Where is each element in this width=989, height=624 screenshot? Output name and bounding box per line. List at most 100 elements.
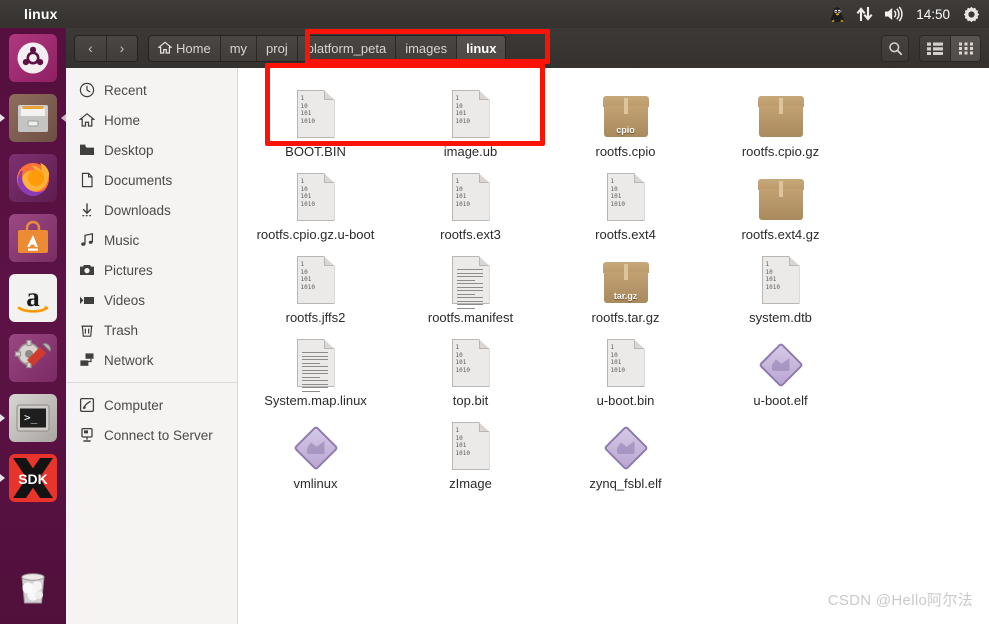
file-item-u-boot-elf[interactable]: u-boot.elf — [703, 331, 858, 414]
camera-icon — [78, 262, 95, 279]
clock[interactable]: 14:50 — [914, 7, 952, 22]
forward-button[interactable]: › — [106, 36, 137, 61]
launcher-item-ubuntu-dash[interactable] — [0, 28, 66, 88]
svg-text:a: a — [26, 282, 40, 312]
system-menu-gear-icon[interactable] — [963, 0, 980, 28]
clock-icon — [78, 82, 95, 99]
launcher-item-amazon[interactable]: a — [0, 268, 66, 328]
home-icon — [78, 112, 95, 129]
watermark: CSDN @Hello阿尔法 — [828, 589, 973, 610]
server-icon — [78, 427, 95, 444]
sidebar-item-desktop[interactable]: Desktop — [66, 135, 237, 165]
panel-window-title: linux — [24, 6, 58, 22]
file-item-rootfs-tar-gz[interactable]: tar.gz rootfs.tar.gz — [548, 248, 703, 331]
breadcrumb: Home my proj platform_peta images linux — [148, 35, 506, 62]
sidebar-item-network[interactable]: Network — [66, 345, 237, 375]
binary-line: 1010 — [301, 284, 315, 292]
file-item-top-bit[interactable]: 1101011010 top.bit — [393, 331, 548, 414]
back-button[interactable]: ‹ — [75, 36, 106, 61]
sidebar-item-label: Music — [104, 233, 139, 248]
file-item-rootfs-ext4[interactable]: 1101011010 rootfs.ext4 — [548, 165, 703, 248]
breadcrumb-item-my[interactable]: my — [220, 36, 256, 61]
sidebar-item-computer[interactable]: Computer — [66, 390, 237, 420]
executable-icon — [294, 418, 338, 470]
unity-launcher: a — [0, 28, 66, 624]
list-view-button[interactable] — [920, 36, 950, 61]
file-row: 1101011010 rootfs.cpio.gz.u-boot 1101011… — [238, 165, 989, 248]
file-name: u-boot.elf — [753, 393, 807, 408]
breadcrumb-label: Home — [176, 41, 211, 56]
binary-line: 101 — [456, 193, 470, 201]
file-item-rootfs-ext4-gz[interactable]: rootfs.ext4.gz — [703, 165, 858, 248]
desktop-folder-icon — [78, 142, 95, 159]
launcher-item-files[interactable] — [0, 88, 66, 148]
sidebar-item-home[interactable]: Home — [66, 105, 237, 135]
sidebar-item-pictures[interactable]: Pictures — [66, 255, 237, 285]
binary-file-icon: 1101011010 — [607, 335, 645, 387]
file-item-vmlinux[interactable]: vmlinux — [238, 414, 393, 497]
file-item-rootfs-cpio-gz[interactable]: rootfs.cpio.gz — [703, 82, 858, 165]
breadcrumb-item-linux[interactable]: linux — [456, 36, 505, 61]
file-item-zimage[interactable]: 1101011010 zImage — [393, 414, 548, 497]
sidebar-item-recent[interactable]: Recent — [66, 75, 237, 105]
sidebar-item-trash[interactable]: Trash — [66, 315, 237, 345]
breadcrumb-item-images[interactable]: images — [395, 36, 456, 61]
running-indicator-left — [0, 114, 5, 122]
file-name: zynq_fsbl.elf — [589, 476, 661, 491]
sidebar-item-label: Recent — [104, 83, 147, 98]
file-item-rootfs-cpio[interactable]: cpio rootfs.cpio — [548, 82, 703, 165]
volume-icon[interactable] — [884, 0, 903, 28]
file-name: rootfs.cpio.gz.u-boot — [257, 227, 375, 242]
grid-view-button[interactable] — [950, 36, 980, 61]
sidebar-item-label: Home — [104, 113, 140, 128]
breadcrumb-item-home[interactable]: Home — [149, 36, 220, 61]
svg-text:SDK: SDK — [18, 471, 48, 487]
launcher-item-xilinx-sdk[interactable]: SDK — [0, 448, 66, 508]
file-item-zynq-fsbl-elf[interactable]: zynq_fsbl.elf — [548, 414, 703, 497]
music-note-icon — [78, 232, 95, 249]
binary-file-icon: 1101011010 — [452, 86, 490, 138]
file-name: System.map.linux — [264, 393, 367, 408]
network-updown-icon[interactable] — [856, 0, 873, 28]
search-button[interactable] — [881, 35, 909, 62]
file-item-rootfs-ext3[interactable]: 1101011010 rootfs.ext3 — [393, 165, 548, 248]
binary-line: 10 — [456, 186, 470, 194]
file-item-rootfs-cpio-gz-u-boot[interactable]: 1101011010 rootfs.cpio.gz.u-boot — [238, 165, 393, 248]
archive-ext-label: tar.gz — [603, 291, 649, 301]
launcher-item-ubuntu-software[interactable] — [0, 208, 66, 268]
executable-icon — [759, 335, 803, 387]
sidebar-item-label: Connect to Server — [104, 428, 213, 443]
sidebar-item-music[interactable]: Music — [66, 225, 237, 255]
tux-linux-icon[interactable] — [830, 0, 845, 28]
binary-line: 101 — [456, 110, 470, 118]
grid-view-icon — [959, 42, 973, 55]
binary-line: 10 — [301, 103, 315, 111]
launcher-item-system-settings[interactable] — [0, 328, 66, 388]
file-item-u-boot-bin[interactable]: 1101011010 u-boot.bin — [548, 331, 703, 414]
file-grid[interactable]: 1101011010 BOOT.BIN 1101011010 image.ub — [238, 68, 989, 624]
file-name: zImage — [449, 476, 492, 491]
sidebar-item-videos[interactable]: Videos — [66, 285, 237, 315]
launcher-item-trash[interactable] — [0, 556, 66, 616]
sidebar-item-downloads[interactable]: Downloads — [66, 195, 237, 225]
document-icon — [78, 172, 95, 189]
binary-line: 1010 — [766, 284, 780, 292]
breadcrumb-item-platform-peta[interactable]: platform_peta — [297, 36, 396, 61]
binary-file-icon: 1101011010 — [762, 252, 800, 304]
launcher-item-terminal[interactable]: >_ — [0, 388, 66, 448]
sidebar-item-connect-to-server[interactable]: Connect to Server — [66, 420, 237, 450]
breadcrumb-item-proj[interactable]: proj — [256, 36, 297, 61]
file-item-rootfs-jffs2[interactable]: 1101011010 rootfs.jffs2 — [238, 248, 393, 331]
file-item-system-map-linux[interactable]: System.map.linux — [238, 331, 393, 414]
file-name: rootfs.jffs2 — [286, 310, 346, 325]
file-item-image-ub[interactable]: 1101011010 image.ub — [393, 82, 548, 165]
file-item-boot-bin[interactable]: 1101011010 BOOT.BIN — [238, 82, 393, 165]
file-name: vmlinux — [293, 476, 337, 491]
launcher-item-firefox[interactable] — [0, 148, 66, 208]
search-icon — [888, 41, 903, 56]
file-item-system-dtb[interactable]: 1101011010 system.dtb — [703, 248, 858, 331]
archive-icon — [758, 169, 804, 221]
sidebar-item-documents[interactable]: Documents — [66, 165, 237, 195]
file-item-rootfs-manifest[interactable]: rootfs.manifest — [393, 248, 548, 331]
binary-line: 101 — [611, 359, 625, 367]
